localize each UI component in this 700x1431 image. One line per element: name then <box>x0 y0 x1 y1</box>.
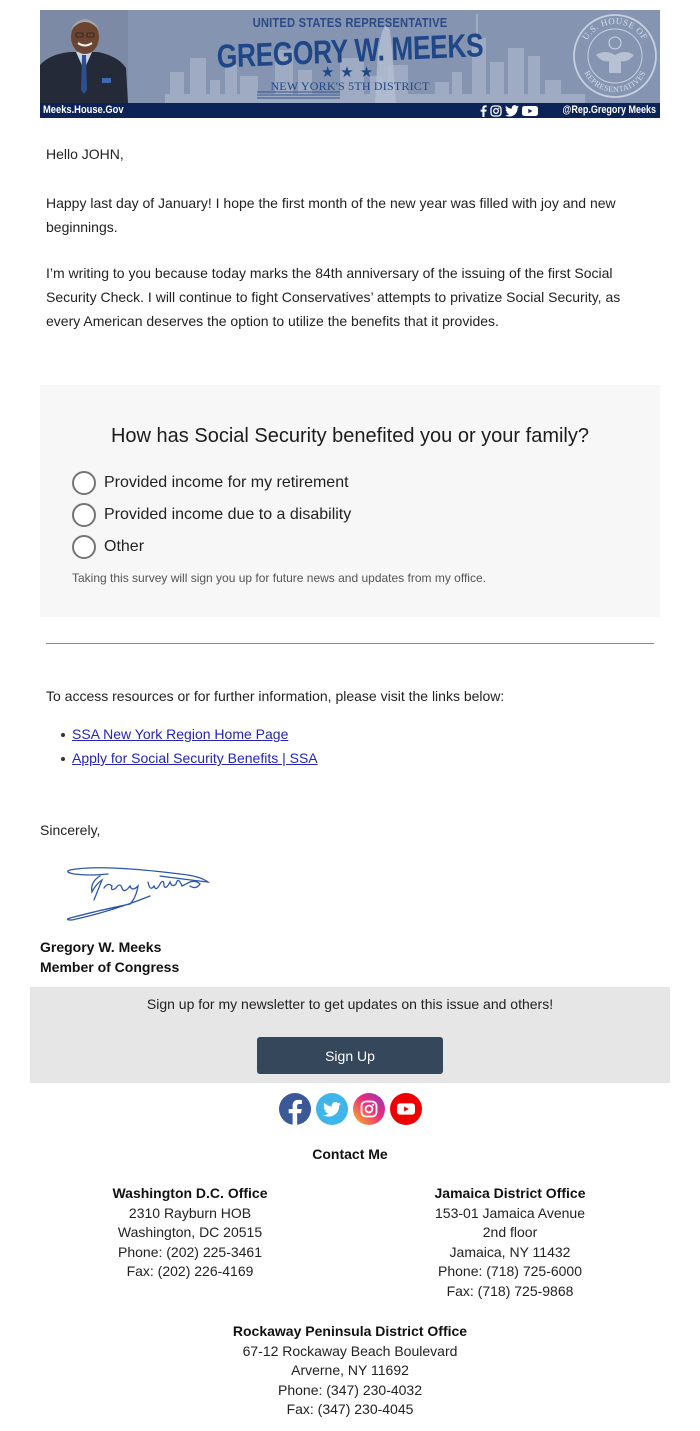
office-jamaica: Jamaica District Office 153-01 Jamaica A… <box>410 1184 610 1302</box>
radio-button[interactable] <box>72 535 96 559</box>
twitter-icon[interactable] <box>504 104 519 117</box>
greeting: Hello JOHN, <box>46 146 124 162</box>
letter-paragraph-2: I’m writing to you because today marks t… <box>46 265 621 329</box>
instagram-icon[interactable] <box>353 1093 385 1125</box>
office-name: Washington D.C. Office <box>112 1185 268 1201</box>
office-name: Jamaica District Office <box>434 1185 586 1201</box>
survey-panel: How has Social Security benefited you or… <box>40 385 660 617</box>
office-address-line: 2310 Rayburn HOB <box>128 1204 252 1221</box>
survey-note: Taking this survey will sign you up for … <box>72 571 486 585</box>
office-name: Rockaway Peninsula District Office <box>232 1323 468 1339</box>
sign-up-button[interactable]: Sign Up <box>257 1037 443 1074</box>
signatory-title: Member of Congress <box>40 959 180 975</box>
signatory: Gregory W. Meeks Member of Congress <box>40 937 179 977</box>
facebook-icon[interactable] <box>279 1093 311 1125</box>
ssa-ny-region-link[interactable]: SSA New York Region Home Page <box>72 726 288 742</box>
office-fax: Fax: (347) 230-4045 <box>286 1401 414 1418</box>
survey-option-label: Provided income for my retirement <box>104 474 349 491</box>
sign-off: Sincerely, <box>40 822 101 838</box>
radio-button[interactable] <box>72 471 96 495</box>
office-address-line: Arverne, NY 11692 <box>291 1362 409 1379</box>
survey-option-other[interactable]: Other <box>72 531 351 563</box>
radio-button[interactable] <box>72 503 96 527</box>
office-address-line: Washington, DC 20515 <box>117 1224 263 1241</box>
resources-intro: To access resources or for further infor… <box>46 688 505 704</box>
survey-option-label: Other <box>104 538 145 555</box>
youtube-icon[interactable] <box>390 1093 422 1125</box>
social-handle[interactable]: @Rep.Gregory Meeks <box>562 103 656 118</box>
newsletter-message: Sign up for my newsletter to get updates… <box>146 996 554 1012</box>
apply-ss-benefits-link[interactable]: Apply for Social Security Benefits | SSA <box>72 750 318 766</box>
youtube-icon[interactable] <box>521 105 538 117</box>
survey-options: Provided income for my retirement Provid… <box>72 467 351 563</box>
list-item: SSA New York Region Home Page <box>61 722 318 746</box>
office-address-line: 2nd floor <box>482 1224 538 1241</box>
letter-paragraph-1: Happy last day of January! I hope the fi… <box>46 195 616 235</box>
facebook-icon[interactable] <box>480 104 487 117</box>
signature-image <box>66 867 210 921</box>
survey-option-retirement[interactable]: Provided income for my retirement <box>72 467 351 499</box>
banner-social-row: @Rep.Gregory Meeks <box>480 103 656 118</box>
survey-question: How has Social Security benefited you or… <box>110 425 589 447</box>
instagram-icon[interactable] <box>490 104 502 117</box>
office-phone: Phone: (347) 230-4032 <box>278 1381 422 1398</box>
twitter-icon[interactable] <box>316 1093 348 1125</box>
office-address-line: Jamaica, NY 11432 <box>449 1243 571 1260</box>
office-phone: Phone: (202) 225-3461 <box>118 1243 262 1260</box>
office-phone: Phone: (718) 725-6000 <box>438 1263 582 1280</box>
newsletter-panel: Sign up for my newsletter to get updates… <box>30 987 670 1083</box>
banner-district: NEW YORK'S 5TH DISTRICT <box>270 79 430 93</box>
survey-option-label: Provided income due to a disability <box>104 506 352 523</box>
office-rockaway: Rockaway Peninsula District Office 67-12… <box>200 1322 500 1420</box>
office-fax: Fax: (202) 226-4169 <box>126 1263 254 1280</box>
office-fax: Fax: (718) 725-9868 <box>446 1282 574 1299</box>
survey-option-disability[interactable]: Provided income due to a disability <box>72 499 351 531</box>
office-address-line: 153-01 Jamaica Avenue <box>435 1204 585 1221</box>
section-divider <box>46 643 654 644</box>
signatory-name: Gregory W. Meeks <box>40 939 162 955</box>
house-seal-icon: U.S. HOUSE OF REPRESENTATIVES <box>573 14 657 98</box>
website-link[interactable]: Meeks.House.Gov <box>43 103 124 118</box>
list-item: Apply for Social Security Benefits | SSA <box>61 746 318 770</box>
banner-bottom-bar: Meeks.House.Gov @Rep.Gregory Meeks <box>40 103 660 118</box>
office-address-line: 67-12 Rockaway Beach Boulevard <box>242 1342 458 1359</box>
office-washington-dc: Washington D.C. Office 2310 Rayburn HOB … <box>90 1184 290 1282</box>
header-banner: UNITED STATES REPRESENTATIVE GREGORY W. … <box>40 10 660 118</box>
resource-links: SSA New York Region Home Page Apply for … <box>61 722 318 770</box>
footer-social-links <box>0 1093 700 1125</box>
contact-heading: Contact Me <box>312 1146 388 1162</box>
